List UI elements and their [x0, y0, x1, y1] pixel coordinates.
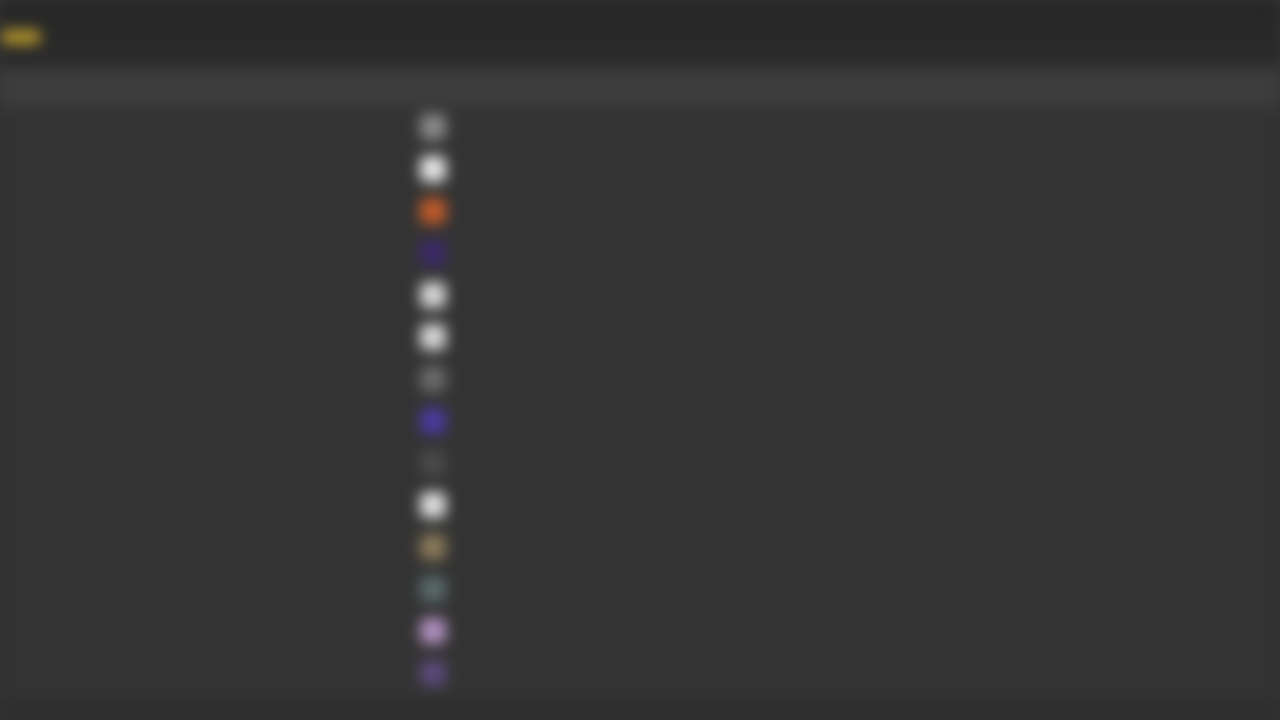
table-row[interactable]	[0, 484, 1280, 526]
table-body	[0, 106, 1280, 694]
app-window	[0, 0, 1280, 720]
crest-icon	[420, 618, 446, 644]
crest-icon	[420, 156, 446, 182]
crest-icon	[420, 534, 446, 560]
crest-icon	[420, 492, 446, 518]
crest-icon	[420, 240, 446, 266]
table-row[interactable]	[0, 148, 1280, 190]
table-row[interactable]	[0, 358, 1280, 400]
table-row[interactable]	[0, 652, 1280, 694]
table-row[interactable]	[0, 232, 1280, 274]
table-header	[0, 68, 1280, 106]
table-row[interactable]	[0, 316, 1280, 358]
table-row[interactable]	[0, 190, 1280, 232]
table-row[interactable]	[0, 610, 1280, 652]
table-row[interactable]	[0, 442, 1280, 484]
crest-icon	[420, 198, 446, 224]
table-row[interactable]	[0, 274, 1280, 316]
table-row[interactable]	[0, 106, 1280, 148]
crest-icon	[420, 114, 446, 140]
crest-icon	[420, 576, 446, 602]
top-bar	[0, 0, 1280, 68]
bottom-bar	[0, 700, 1280, 720]
table-row[interactable]	[0, 568, 1280, 610]
crest-icon	[420, 282, 446, 308]
crest-icon	[420, 408, 446, 434]
logo[interactable]	[2, 30, 40, 44]
crest-icon	[420, 366, 446, 392]
table-row[interactable]	[0, 400, 1280, 442]
table-row[interactable]	[0, 526, 1280, 568]
crest-icon	[420, 660, 446, 686]
crest-icon	[420, 324, 446, 350]
crest-icon	[420, 450, 446, 476]
